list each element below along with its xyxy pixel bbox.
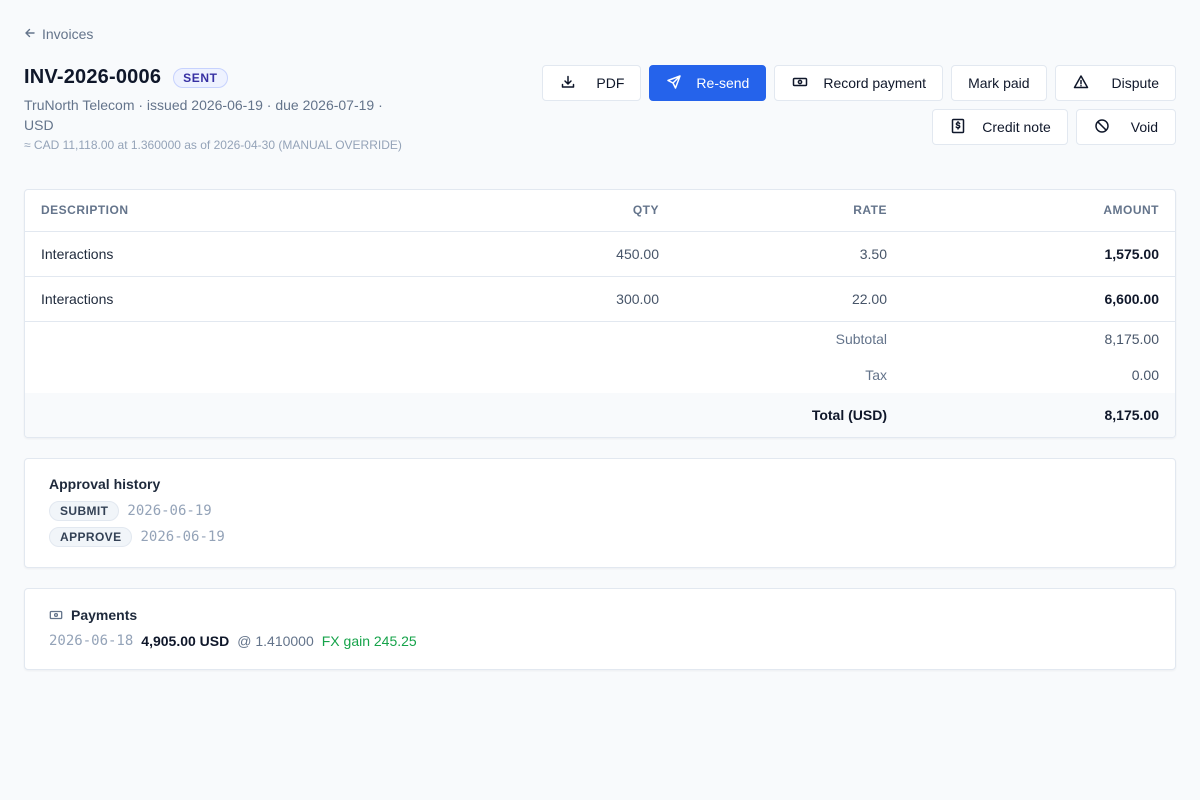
page-title: INV-2026-0006	[24, 66, 162, 88]
tax-row: Tax 0.00	[25, 357, 1175, 393]
approval-history-list: SUBMIT 2026-06-19 APPROVE 2026-06-19	[49, 501, 1151, 547]
table-row: Interactions 450.00 3.50 1,575.00	[25, 231, 1175, 277]
resend-button[interactable]: Re-send	[649, 65, 767, 101]
approval-date: 2026-06-19	[127, 503, 212, 519]
payment-fx-gain: FX gain 245.25	[321, 633, 417, 649]
approval-date: 2026-06-19	[140, 529, 225, 545]
credit-note-button[interactable]: Credit note	[932, 109, 1068, 145]
cash-icon	[792, 74, 808, 93]
mark-paid-button[interactable]: Mark paid	[951, 65, 1047, 101]
column-header-description: DESCRIPTION	[25, 190, 485, 232]
back-to-invoices-link[interactable]: Invoices	[24, 26, 93, 42]
payments-header: Payments	[49, 607, 1151, 623]
cash-icon	[49, 608, 63, 622]
table-header-row: DESCRIPTION QTY RATE AMOUNT	[25, 190, 1175, 232]
column-header-rate: RATE	[675, 190, 903, 232]
item-amount: 6,600.00	[903, 276, 1175, 322]
approval-history-card: Approval history SUBMIT 2026-06-19 APPRO…	[24, 458, 1176, 568]
payment-date: 2026-06-18	[49, 633, 134, 649]
warning-triangle-icon	[1073, 74, 1089, 93]
invoice-summary: TruNorth Telecom · issued 2026-06-19 · d…	[24, 97, 383, 133]
pdf-button[interactable]: PDF	[542, 65, 642, 101]
tax-label: Tax	[865, 367, 887, 383]
line-items-card: DESCRIPTION QTY RATE AMOUNT Interactions…	[24, 189, 1176, 438]
total-row: Total (USD) 8,175.00	[25, 393, 1175, 437]
item-rate: 22.00	[675, 276, 903, 322]
payments-card: Payments 2026-06-18 4,905.00 USD @ 1.410…	[24, 588, 1176, 670]
payment-amount: 4,905.00 USD	[141, 633, 230, 649]
tax-value: 0.00	[1131, 367, 1159, 383]
item-qty: 300.00	[485, 276, 675, 322]
item-rate: 3.50	[675, 231, 903, 277]
payments-title: Payments	[71, 607, 138, 623]
invoice-header: INV-2026-0006 SENT TruNorth Telecom · is…	[24, 66, 414, 153]
record-payment-label: Record payment	[823, 75, 927, 91]
payment-fx-rate: @ 1.410000	[237, 633, 314, 649]
send-icon	[666, 74, 682, 93]
subtotal-row: Subtotal 8,175.00	[25, 321, 1175, 357]
dispute-button[interactable]: Dispute	[1054, 65, 1176, 101]
status-badge: SENT	[173, 67, 228, 88]
pdf-button-label: PDF	[596, 75, 625, 91]
list-item: SUBMIT 2026-06-19	[49, 501, 1151, 521]
mark-paid-label: Mark paid	[968, 75, 1030, 91]
item-description: Interactions	[25, 276, 485, 322]
approval-history-title: Approval history	[49, 476, 161, 492]
arrow-left-icon	[24, 26, 36, 42]
back-link-label: Invoices	[42, 26, 94, 42]
fx-conversion-note: ≈ CAD 11,118.00 at 1.360000 as of 2026-0…	[24, 138, 402, 152]
column-header-amount: AMOUNT	[903, 190, 1175, 232]
column-header-qty: QTY	[485, 190, 675, 232]
item-description: Interactions	[25, 231, 485, 277]
total-label: Total (USD)	[25, 393, 903, 437]
table-row: Interactions 300.00 22.00 6,600.00	[25, 276, 1175, 322]
record-payment-button[interactable]: Record payment	[774, 65, 944, 101]
approval-action-chip: SUBMIT	[49, 501, 120, 521]
dispute-label: Dispute	[1111, 75, 1159, 91]
approval-action-chip: APPROVE	[49, 527, 133, 547]
download-icon	[560, 74, 576, 93]
resend-button-label: Re-send	[696, 75, 750, 91]
ban-icon	[1094, 118, 1110, 137]
credit-note-label: Credit note	[982, 119, 1051, 135]
item-amount: 1,575.00	[903, 231, 1175, 277]
total-value: 8,175.00	[903, 393, 1175, 437]
item-qty: 450.00	[485, 231, 675, 277]
subtotal-label: Subtotal	[835, 331, 887, 348]
invoice-actions: PDF Re-send Record payment Mark paid Dis…	[536, 65, 1176, 145]
dollar-document-icon	[950, 118, 966, 137]
void-button[interactable]: Void	[1075, 109, 1176, 145]
list-item: 2026-06-18 4,905.00 USD @ 1.410000 FX ga…	[49, 633, 1151, 649]
subtotal-value: 8,175.00	[1104, 331, 1160, 348]
void-label: Void	[1130, 119, 1158, 135]
list-item: APPROVE 2026-06-19	[49, 527, 1151, 547]
line-items-table: DESCRIPTION QTY RATE AMOUNT Interactions…	[25, 190, 1175, 437]
